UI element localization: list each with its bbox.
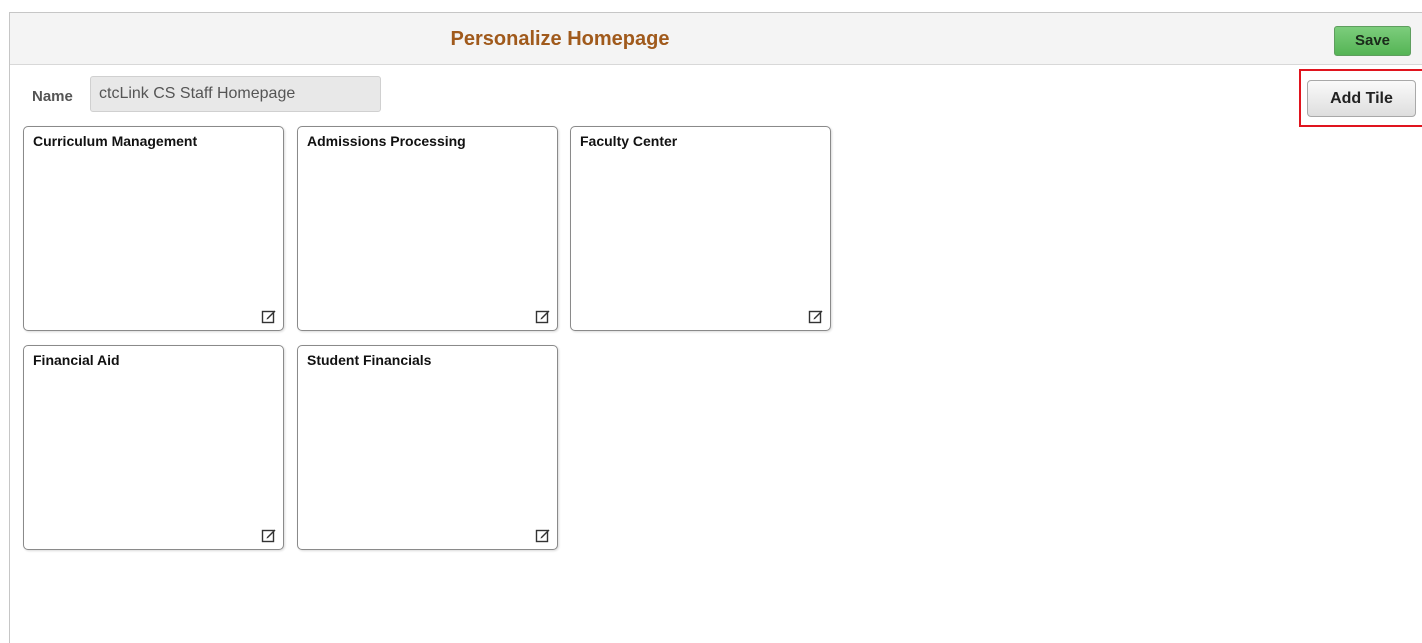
edit-icon[interactable] xyxy=(261,527,277,543)
name-label: Name xyxy=(32,88,73,105)
edit-icon[interactable] xyxy=(535,527,551,543)
homepage-name-field: ctcLink CS Staff Homepage xyxy=(90,76,381,112)
tile-title: Curriculum Management xyxy=(33,133,198,149)
personalize-homepage-panel: Personalize Homepage Save Name ctcLink C… xyxy=(9,12,1422,643)
page-title: Personalize Homepage xyxy=(450,28,670,50)
edit-icon[interactable] xyxy=(261,308,277,324)
tile-student-financials[interactable]: Student Financials xyxy=(297,345,558,550)
tile-financial-aid[interactable]: Financial Aid xyxy=(23,345,284,550)
add-tile-button[interactable]: Add Tile xyxy=(1307,80,1416,117)
tile-title: Student Financials xyxy=(307,352,432,368)
tile-title: Financial Aid xyxy=(33,352,120,368)
tile-curriculum-management[interactable]: Curriculum Management xyxy=(23,126,284,331)
tile-admissions-processing[interactable]: Admissions Processing xyxy=(297,126,558,331)
tile-title: Admissions Processing xyxy=(307,133,466,149)
page-header: Personalize Homepage Save xyxy=(10,13,1422,65)
edit-icon[interactable] xyxy=(808,308,824,324)
tile-title: Faculty Center xyxy=(580,133,678,149)
edit-icon[interactable] xyxy=(535,308,551,324)
tile-faculty-center[interactable]: Faculty Center xyxy=(570,126,831,331)
save-button[interactable]: Save xyxy=(1334,26,1411,56)
